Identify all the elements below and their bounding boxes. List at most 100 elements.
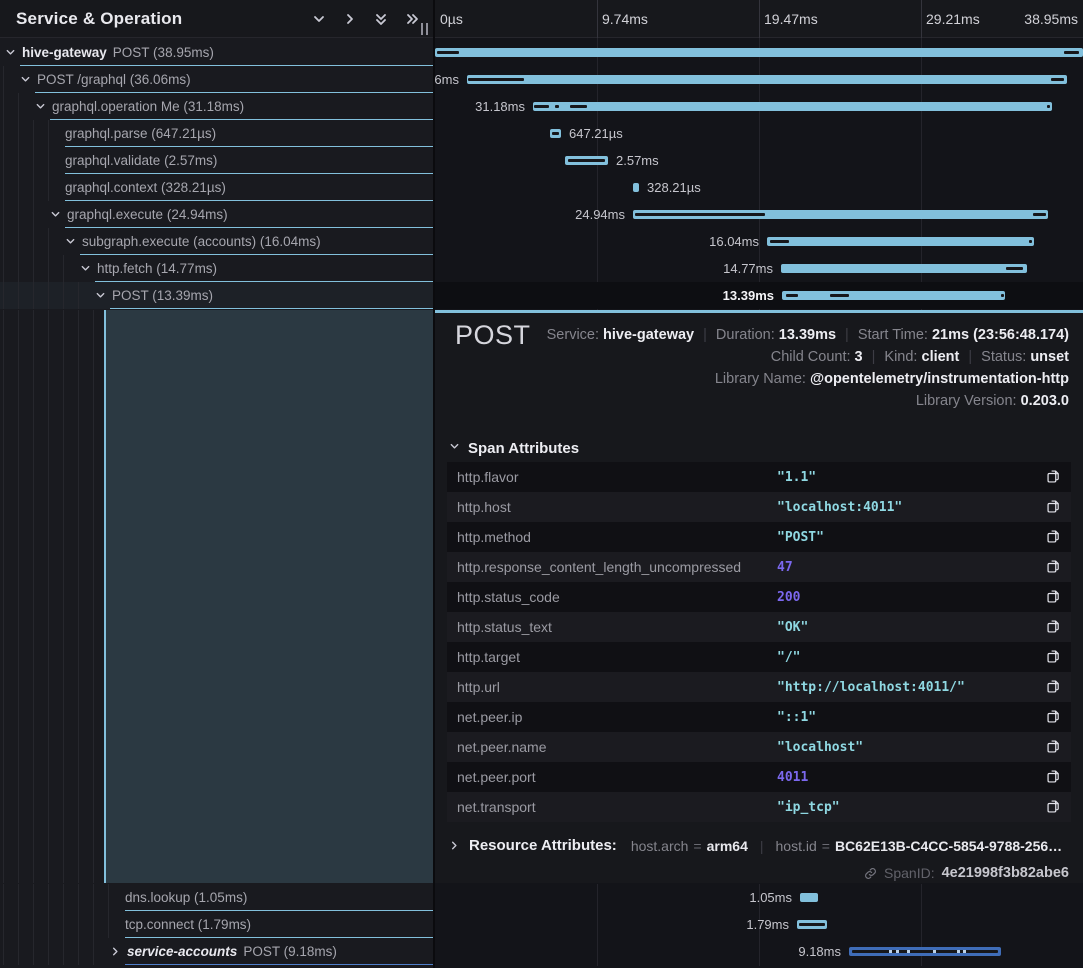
attribute-row: http.status_text "OK" [447, 612, 1071, 642]
span-bar-post-graphql[interactable] [467, 75, 1067, 84]
span-bar-tcp-connect[interactable] [797, 920, 827, 929]
indent-guide [33, 147, 34, 174]
indent-guide [18, 884, 19, 911]
copy-icon[interactable] [1046, 709, 1061, 724]
tree-row-dns-lookup[interactable]: dns.lookup (1.05ms) [0, 884, 433, 911]
tree-row-graphql-operation-me[interactable]: graphql.operation Me (31.18ms) [0, 93, 433, 120]
tree-row-graphql-context[interactable]: graphql.context (328.21µs) [0, 174, 433, 201]
attribute-key: http.status_code [447, 589, 560, 605]
span-attributes-header[interactable]: Span Attributes [449, 439, 579, 457]
attribute-row: http.method "POST" [447, 522, 1071, 552]
resource-attributes-row[interactable]: Resource Attributes: host.arch=arm64|hos… [449, 837, 1062, 854]
chevrons-down-icon[interactable] [374, 12, 388, 26]
attribute-key: net.peer.port [447, 769, 536, 785]
indent-guide [93, 884, 94, 911]
span-bar-hive-gateway-post[interactable] [435, 48, 1083, 57]
copy-icon[interactable] [1046, 499, 1061, 514]
chevron-down-icon[interactable] [95, 290, 106, 301]
span-bar-subgraph-execute-accounts[interactable] [767, 237, 1034, 246]
child-span-dot [889, 950, 892, 953]
chevron-down-icon[interactable] [312, 12, 326, 26]
indent-guide [78, 310, 79, 883]
copy-icon[interactable] [1046, 529, 1061, 544]
tree-row-post-graphql[interactable]: POST /graphql (36.06ms) [0, 66, 433, 93]
child-span-marker [437, 51, 459, 54]
link-icon[interactable] [864, 867, 877, 880]
indent-guide [78, 282, 79, 309]
tree-row-tcp-connect[interactable]: tcp.connect (1.79ms) [0, 911, 433, 938]
span-bar-graphql-validate[interactable] [565, 156, 608, 165]
chevron-down-icon[interactable] [35, 101, 46, 112]
tree-row-http-fetch[interactable]: http.fetch (14.77ms) [0, 255, 433, 282]
operation-label: graphql.validate (2.57ms) [65, 153, 217, 168]
indent-guide [48, 938, 49, 965]
chevron-down-icon[interactable] [50, 209, 61, 220]
copy-icon[interactable] [1046, 469, 1061, 484]
duration-label: 14.77ms [723, 255, 773, 282]
indent-guide [78, 884, 79, 911]
tree-row-hive-gateway-post[interactable]: hive-gatewayPOST (38.95ms) [0, 39, 433, 66]
span-id-value: 4e21998f3b82abe6 [942, 865, 1069, 881]
span-bar-http-fetch[interactable] [781, 264, 1027, 273]
span-bar-graphql-execute[interactable] [633, 210, 1048, 219]
span-bar-graphql-operation-me[interactable] [533, 102, 1052, 111]
copy-icon[interactable] [1046, 769, 1061, 784]
chevrons-right-icon[interactable] [405, 12, 419, 26]
chevron-right-icon[interactable] [110, 946, 121, 957]
timeline-row-service-accounts-post: 9.18ms [435, 938, 1083, 965]
indent-guide [18, 282, 19, 309]
copy-icon[interactable] [1046, 649, 1061, 664]
tree-row-graphql-parse[interactable]: graphql.parse (647.21µs) [0, 120, 433, 147]
duration-label: 31.18ms [475, 93, 525, 120]
copy-icon[interactable] [1046, 799, 1061, 814]
resize-grip-icon[interactable] [421, 23, 428, 35]
chevron-down-icon[interactable] [65, 236, 76, 247]
attribute-key: net.transport [447, 799, 536, 815]
operation-label: graphql.operation Me (31.18ms) [52, 99, 244, 114]
chevron-down-icon[interactable] [5, 47, 16, 58]
indent-guide [3, 120, 4, 147]
attribute-row: net.peer.name "localhost" [447, 732, 1071, 762]
copy-icon[interactable] [1046, 559, 1061, 574]
trace-viewer: hive-gatewayPOST (38.95ms)POST /graphql … [0, 0, 1083, 968]
child-span-marker [1029, 240, 1032, 243]
chevron-down-icon[interactable] [20, 74, 31, 85]
span-bar-graphql-context[interactable] [633, 183, 639, 192]
indent-guide [93, 911, 94, 938]
child-span-marker [852, 950, 998, 953]
child-span-marker [1006, 267, 1023, 270]
indent-guide [93, 938, 94, 965]
timeline-row-post-graphql: 36.06ms [435, 66, 1083, 93]
child-span-marker [770, 240, 789, 243]
operation-label: POST (13.39ms) [112, 288, 213, 303]
indent-guide [63, 938, 64, 965]
copy-icon[interactable] [1046, 619, 1061, 634]
chevron-down-icon[interactable] [80, 263, 91, 274]
child-span-marker [1051, 78, 1064, 81]
indent-guide [3, 310, 4, 883]
span-bar-graphql-parse[interactable] [550, 129, 561, 138]
timeline-tick: 19.47ms [764, 0, 818, 38]
copy-icon[interactable] [1046, 679, 1061, 694]
copy-icon[interactable] [1046, 739, 1061, 754]
tree-header-icons [312, 0, 419, 38]
tree-row-post-selected[interactable]: POST (13.39ms) [0, 282, 433, 309]
tree-row-service-accounts-post[interactable]: service-accountsPOST (9.18ms) [0, 938, 433, 965]
panel-divider[interactable] [433, 0, 435, 968]
gridline [597, 0, 598, 38]
indent-guide [48, 282, 49, 309]
tree-row-graphql-execute[interactable]: graphql.execute (24.94ms) [0, 201, 433, 228]
attribute-value: 200 [777, 590, 800, 605]
tree-row-subgraph-execute-accounts[interactable]: subgraph.execute (accounts) (16.04ms) [0, 228, 433, 255]
indent-guide [108, 911, 109, 938]
timeline-row-tcp-connect: 1.79ms [435, 911, 1083, 938]
resource-attributes-title: Resource Attributes: [469, 837, 617, 854]
timeline-tick: 9.74ms [602, 0, 648, 38]
tree-row-graphql-validate[interactable]: graphql.validate (2.57ms) [0, 147, 433, 174]
chevron-right-icon[interactable] [343, 12, 357, 26]
span-bar-service-accounts-post[interactable] [849, 947, 1001, 956]
span-bar-post-selected[interactable] [782, 291, 1005, 300]
span-bar-dns-lookup[interactable] [800, 893, 818, 902]
operation-label: http.fetch (14.77ms) [97, 261, 217, 276]
copy-icon[interactable] [1046, 589, 1061, 604]
